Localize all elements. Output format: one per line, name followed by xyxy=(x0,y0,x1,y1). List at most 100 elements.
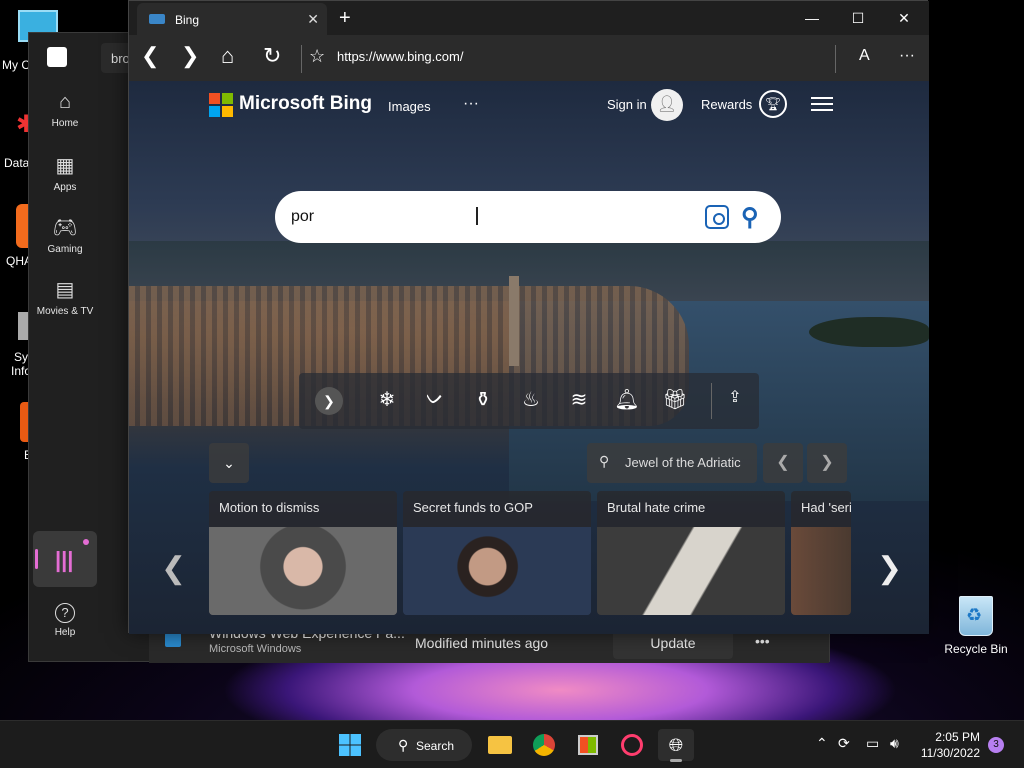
forward-button[interactable]: ❯ xyxy=(181,45,199,67)
expand-chevron-icon[interactable]: ❯ xyxy=(315,387,343,415)
new-tab-button[interactable]: + xyxy=(339,7,351,30)
read-aloud-icon[interactable]: A xyxy=(859,45,870,67)
nav-home[interactable]: ⌂ Home xyxy=(29,91,101,129)
avatar-icon[interactable]: 👤︎ xyxy=(651,89,683,121)
gamepad-icon: 🎮︎ xyxy=(52,217,78,239)
edge-icon[interactable]: 🌐︎ xyxy=(658,729,694,762)
store-nav-rail: ⌂ Home ▦ Apps 🎮︎ Gaming ▤ Movies & TV ||| ? H… xyxy=(29,81,101,661)
divider xyxy=(711,383,712,419)
news-image xyxy=(403,527,591,615)
bell-icon[interactable]: 🔔︎ xyxy=(613,387,641,412)
carousel-prev-icon[interactable]: ❮ xyxy=(161,551,186,586)
carousel-next-icon[interactable]: ❯ xyxy=(877,551,902,586)
active-indicator xyxy=(35,549,38,569)
tab-bar: Bing ✕ + — ☐ ✕ xyxy=(129,1,929,35)
nav-more[interactable]: ··· xyxy=(463,95,479,113)
address-bar[interactable]: https://www.bing.com/ xyxy=(337,49,463,64)
text-cursor xyxy=(476,207,478,225)
browser-window: Bing ✕ + — ☐ ✕ ❮ ❯ ⌂ ↻ ☆ https://www.bin… xyxy=(128,0,929,634)
desktop-icon-recycle-bin[interactable]: Recycle Bin xyxy=(938,596,1014,656)
share-icon[interactable]: ⇪ xyxy=(721,387,749,407)
trophy-icon[interactable]: 🏆︎ xyxy=(759,90,787,118)
tab-bing[interactable]: Bing ✕ xyxy=(137,3,327,35)
apps-icon: ▦ xyxy=(55,155,75,177)
nav-gaming[interactable]: 🎮︎ Gaming xyxy=(29,215,101,255)
nav-movies-tv[interactable]: ▤ Movies & TV xyxy=(29,277,101,317)
update-publisher: Microsoft Windows xyxy=(209,643,302,655)
nav-help[interactable]: ? Help xyxy=(29,603,101,638)
rewards-link[interactable]: Rewards xyxy=(701,97,752,112)
gift-icon[interactable]: 🎁︎ xyxy=(661,387,689,412)
search-icon: ⚲ xyxy=(398,737,409,753)
news-card[interactable]: Brutal hate crime xyxy=(597,491,785,615)
update-status: Modified minutes ago xyxy=(415,635,549,651)
maximize-button[interactable]: ☐ xyxy=(835,1,881,35)
theme-icon-bar: ❯ ❄ ᨆ ⚱ ♨ ≋ 🔔︎ 🎁︎ ⇪ xyxy=(299,373,759,429)
ornament-icon[interactable]: ⚱ xyxy=(469,387,497,412)
recycle-bin-icon xyxy=(959,596,993,636)
prev-image-button[interactable]: ❮ xyxy=(763,443,803,483)
settings-more-icon[interactable]: ··· xyxy=(899,45,915,67)
divider xyxy=(301,45,302,73)
microsoft-logo-icon xyxy=(209,93,233,117)
news-card[interactable]: Had 'seri xyxy=(791,491,851,615)
refresh-icon[interactable]: ↻ xyxy=(263,45,281,67)
clapperboard-icon: ▤ xyxy=(55,279,75,301)
help-icon: ? xyxy=(55,603,75,623)
bing-homepage: Microsoft Bing Images ··· Sign in 👤︎ Rew… xyxy=(129,81,929,634)
hamburger-menu-icon[interactable] xyxy=(811,97,833,111)
location-pin-icon: ⚲ xyxy=(599,453,610,469)
search-icon[interactable]: ⚲ xyxy=(741,203,759,232)
chevron-up-icon[interactable]: ⌃ xyxy=(816,735,828,752)
sled-icon[interactable]: ≋ xyxy=(565,387,593,412)
nav-images[interactable]: Images xyxy=(388,99,431,114)
taskbar-search[interactable]: ⚲ Search xyxy=(376,729,472,761)
start-button[interactable] xyxy=(332,729,368,761)
news-image xyxy=(597,527,785,615)
library-icon: ||| xyxy=(55,547,74,572)
location-info[interactable]: ⚲ Jewel of the Adriatic xyxy=(587,443,757,483)
volume-icon[interactable]: 🔊︎ xyxy=(890,735,899,752)
sign-in-link[interactable]: Sign in xyxy=(607,97,647,112)
background-island xyxy=(809,317,929,347)
network-icon[interactable]: ▭ xyxy=(866,735,879,752)
bing-favicon-icon xyxy=(149,14,165,24)
system-clock[interactable]: 2:05 PM 11/30/2022 xyxy=(900,729,980,761)
back-button[interactable]: ❮ xyxy=(141,45,159,67)
bing-brand[interactable]: Microsoft Bing xyxy=(239,93,372,115)
nav-library[interactable]: ||| xyxy=(33,531,97,587)
next-image-button[interactable]: ❯ xyxy=(807,443,847,483)
windows-logo-icon xyxy=(339,734,361,756)
close-tab-icon[interactable]: ✕ xyxy=(307,11,319,28)
store-logo-icon xyxy=(47,47,67,67)
update-dot xyxy=(83,539,89,545)
divider xyxy=(835,45,836,73)
snowflake-icon[interactable]: ❄ xyxy=(373,387,401,412)
minimize-button[interactable]: — xyxy=(789,1,835,35)
visual-search-icon[interactable] xyxy=(705,205,729,229)
more-options-button[interactable]: ••• xyxy=(755,633,770,649)
fireplace-icon[interactable]: ♨ xyxy=(517,387,545,412)
news-image xyxy=(791,527,851,615)
browser-toolbar: ❮ ❯ ⌂ ↻ ☆ https://www.bing.com/ A ··· xyxy=(129,35,929,81)
taskbar: ⚲ Search 🌐︎ ⌃ ⟳ ▭ 🔊︎ 2:05 PM 11/30/2022 … xyxy=(0,720,1024,768)
news-card[interactable]: Secret funds to GOP xyxy=(403,491,591,615)
notification-badge[interactable]: 3 xyxy=(988,737,1004,753)
news-card[interactable]: Motion to dismiss xyxy=(209,491,397,615)
sync-icon[interactable]: ⟳ xyxy=(838,735,850,752)
background-tower xyxy=(509,276,519,366)
favorite-star-icon[interactable]: ☆ xyxy=(309,45,325,67)
search-input[interactable] xyxy=(291,205,691,229)
store-icon[interactable] xyxy=(570,729,606,761)
home-icon[interactable]: ⌂ xyxy=(221,45,234,67)
news-image xyxy=(209,527,397,615)
file-explorer-icon[interactable] xyxy=(482,729,518,761)
app-ring-icon[interactable] xyxy=(614,729,650,761)
icicles-icon[interactable]: ᨆ xyxy=(421,387,449,410)
chrome-icon[interactable] xyxy=(526,729,562,761)
home-icon: ⌂ xyxy=(58,91,72,113)
nav-apps[interactable]: ▦ Apps xyxy=(29,153,101,193)
search-box: ⚲ xyxy=(275,191,781,243)
close-window-button[interactable]: ✕ xyxy=(881,1,927,35)
collapse-chevron-icon[interactable]: ⌄ xyxy=(209,443,249,483)
